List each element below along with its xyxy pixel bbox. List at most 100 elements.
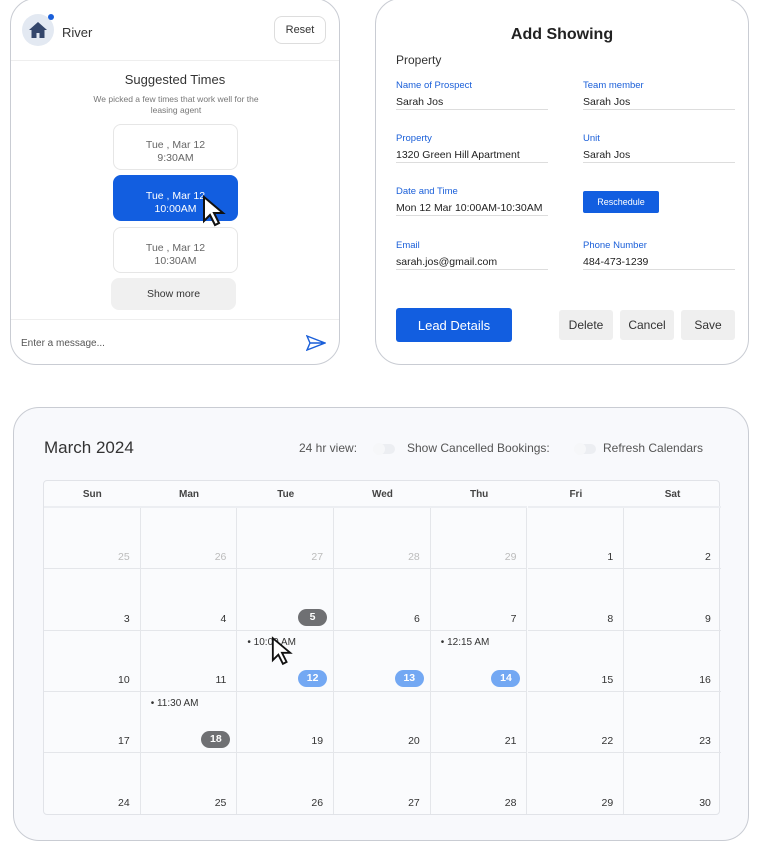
day-cell[interactable]: 15 xyxy=(527,630,625,692)
event-item[interactable]: 11:30 AM xyxy=(151,698,199,709)
day-number: 20 xyxy=(408,735,420,748)
day-cell[interactable]: 21 xyxy=(430,691,528,754)
home-icon xyxy=(29,22,47,38)
day-cell[interactable]: 17 xyxy=(44,691,141,754)
weekday-header: Sat xyxy=(624,481,721,508)
day-number: 15 xyxy=(601,673,614,686)
day-cell[interactable]: 8 xyxy=(527,569,625,631)
avatar xyxy=(22,14,54,46)
show-more-button[interactable]: Show more xyxy=(111,278,236,310)
property-field[interactable]: Property 1320 Green Hill Apartment xyxy=(396,133,548,163)
field-value: Sarah Jos xyxy=(583,96,631,108)
day-cell[interactable]: 24 xyxy=(44,753,141,815)
24hr-toggle[interactable] xyxy=(373,443,395,455)
panel-title: Add Showing xyxy=(510,26,614,43)
day-cell[interactable]: 19 xyxy=(237,691,335,754)
24hr-label: 24 hr view: xyxy=(299,441,358,455)
day-cell[interactable]: 20 xyxy=(334,691,431,754)
day-cell[interactable]: 30 xyxy=(624,753,721,814)
day-number: 19 xyxy=(311,735,324,748)
day-cell[interactable]: 28 xyxy=(334,508,431,570)
lead-details-button[interactable]: Lead Details xyxy=(396,308,512,342)
refresh-calendars-button[interactable]: Refresh Calendars xyxy=(603,441,703,455)
day-number: 17 xyxy=(118,735,130,748)
weekday-header: Tue xyxy=(237,481,335,508)
day-cell[interactable]: 26 xyxy=(140,508,238,570)
save-button[interactable]: Save xyxy=(681,310,735,340)
day-cell[interactable]: 10 xyxy=(44,630,141,692)
day-cell[interactable]: 2 xyxy=(624,508,721,570)
field-value: Sarah Jos xyxy=(396,96,444,108)
chat-header: River Reset xyxy=(11,0,339,61)
day-cell[interactable]: 22 xyxy=(527,691,625,754)
day-cell[interactable]: 7 xyxy=(430,569,528,631)
message-input[interactable]: Enter a message... xyxy=(21,338,105,349)
weekday-header: Wed xyxy=(334,481,431,508)
day-badge[interactable]: 13 xyxy=(394,669,424,687)
cancel-button[interactable]: Cancel xyxy=(620,310,674,340)
slot-date: Tue , Mar 12 xyxy=(145,138,206,151)
day-number: 29 xyxy=(601,797,614,810)
weekday-header: Thu xyxy=(430,481,528,508)
time-slot[interactable]: Tue , Mar 12 10:30AM xyxy=(113,227,238,273)
time-slot[interactable]: Tue , Mar 12 9:30AM xyxy=(113,124,238,170)
day-cell[interactable]: 11 xyxy=(140,630,238,692)
day-cell[interactable]: 27 xyxy=(237,508,335,570)
date-time-field[interactable]: Date and Time Mon 12 Mar 10:00AM-10:30AM xyxy=(396,186,548,216)
day-cell[interactable]: 29 xyxy=(528,753,625,815)
day-cell[interactable]: 1 xyxy=(527,508,625,570)
day-cell[interactable]: 29 xyxy=(430,508,528,570)
day-number: 24 xyxy=(118,797,130,810)
day-number: 7 xyxy=(510,612,517,625)
field-label: Email xyxy=(396,240,420,251)
day-cell[interactable]: 18 11:30 AM xyxy=(140,691,238,754)
day-badge[interactable]: 5 xyxy=(298,608,328,626)
day-badge[interactable]: 14 xyxy=(491,669,521,687)
day-badge[interactable]: 18 xyxy=(201,731,231,749)
day-badge[interactable]: 12 xyxy=(298,669,328,687)
send-icon[interactable] xyxy=(306,335,326,351)
event-item[interactable]: 12:15 AM xyxy=(441,637,489,648)
day-cell[interactable]: 4 xyxy=(140,569,238,631)
day-cell[interactable]: 3 xyxy=(44,569,141,631)
day-number: 21 xyxy=(504,735,517,748)
message-bar: Enter a message... xyxy=(11,319,339,364)
field-label: Unit xyxy=(583,133,600,144)
day-cell[interactable]: 26 xyxy=(237,753,335,815)
field-label: Name of Prospect xyxy=(396,80,473,91)
day-number: 26 xyxy=(311,797,324,810)
day-number: 9 xyxy=(705,612,711,625)
day-cell[interactable]: 23 xyxy=(624,692,721,754)
day-number: 16 xyxy=(699,673,711,686)
team-member-field[interactable]: Team member Sarah Jos xyxy=(583,80,735,110)
day-number: 27 xyxy=(311,551,324,564)
agent-name: River xyxy=(62,25,93,40)
section-title: Property xyxy=(396,53,442,67)
day-cell[interactable]: 13 xyxy=(334,630,431,692)
day-cell[interactable]: 25 xyxy=(44,508,141,570)
day-cell[interactable]: 16 xyxy=(624,631,721,692)
day-number: 26 xyxy=(214,551,227,564)
phone-field[interactable]: Phone Number 484-473-1239 xyxy=(583,240,735,270)
day-cell[interactable]: 28 xyxy=(431,753,528,815)
slot-time: 10:00AM xyxy=(154,202,197,215)
day-cell[interactable]: 14 12:15 AM xyxy=(430,630,528,692)
day-number: 1 xyxy=(607,551,614,564)
email-field[interactable]: Email sarah.jos@gmail.com xyxy=(396,240,548,270)
prospect-field[interactable]: Name of Prospect Sarah Jos xyxy=(396,80,548,110)
reset-button[interactable]: Reset xyxy=(274,16,326,44)
weekday-header: Fri xyxy=(527,481,625,508)
online-dot xyxy=(48,14,54,20)
day-number: 22 xyxy=(601,735,614,748)
day-cell[interactable]: 5 xyxy=(237,569,335,631)
reschedule-button[interactable]: Reschedule xyxy=(583,191,659,213)
delete-button[interactable]: Delete xyxy=(559,310,613,340)
day-cell[interactable]: 27 xyxy=(334,753,431,815)
day-cell[interactable]: 25 xyxy=(141,753,238,815)
day-cell[interactable]: 9 xyxy=(624,569,721,631)
day-cell[interactable]: 6 xyxy=(334,569,431,631)
unit-field[interactable]: Unit Sarah Jos xyxy=(583,133,735,163)
suggested-title: Suggested Times xyxy=(124,72,226,87)
weekday-header: Sun xyxy=(44,481,141,508)
cancelled-toggle[interactable] xyxy=(574,443,596,455)
